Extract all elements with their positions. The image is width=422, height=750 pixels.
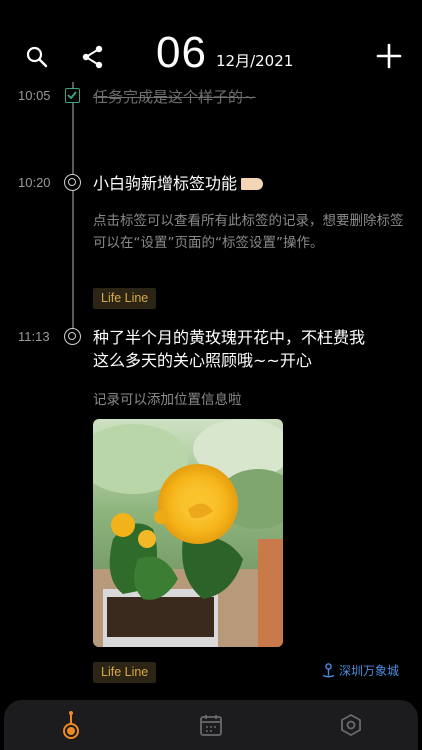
header: 06 12月/2021	[0, 0, 422, 80]
tag-label-icon	[241, 178, 264, 190]
date-month-year[interactable]: 12月/2021	[216, 50, 293, 71]
entry-body: 点击标签可以查看所有此标签的记录，想要删除标签可以在“设置”页面的“标签设置”操…	[93, 213, 404, 251]
timeline-node-icon	[64, 174, 81, 191]
location-pin-icon	[322, 663, 335, 678]
entry-body: 记录可以添加位置信息啦	[93, 392, 242, 408]
entry-title[interactable]: 种了半个月的黄玫瑰开花中，不枉费我 这么多天的关心照顾哦~~开心	[93, 326, 365, 372]
share-icon[interactable]	[78, 42, 108, 72]
entry-title[interactable]: 小白驹新增标签功能	[93, 172, 264, 195]
entry-title-line2: 这么多天的关心照顾哦~~开心	[93, 351, 312, 370]
entry-time: 10:20	[18, 175, 51, 190]
calendar-tab-icon[interactable]	[196, 710, 226, 740]
timeline-tab-icon[interactable]	[56, 710, 86, 740]
entry-title-text: 小白驹新增标签功能	[93, 174, 238, 193]
location-link[interactable]: 深圳万象城	[322, 662, 399, 679]
settings-tab-icon[interactable]	[336, 710, 366, 740]
add-icon[interactable]	[373, 40, 405, 72]
tag-life-line[interactable]: Life Line	[93, 662, 157, 683]
entry-photo[interactable]	[93, 419, 283, 647]
timeline-node-icon	[64, 328, 81, 345]
entry-time: 11:13	[18, 329, 50, 344]
checkbox-checked-icon[interactable]	[65, 88, 80, 103]
date-day[interactable]: 06	[156, 28, 207, 78]
search-icon[interactable]	[22, 42, 52, 72]
location-text: 深圳万象城	[339, 664, 400, 678]
entry-title-line1: 种了半个月的黄玫瑰开花中，不枉费我	[93, 328, 366, 347]
tag-life-line[interactable]: Life Line	[93, 288, 157, 309]
entry-time: 10:05	[18, 88, 51, 103]
entry-title-done[interactable]: 任务完成是这个样子的~	[93, 86, 256, 109]
timeline-line	[72, 82, 74, 344]
